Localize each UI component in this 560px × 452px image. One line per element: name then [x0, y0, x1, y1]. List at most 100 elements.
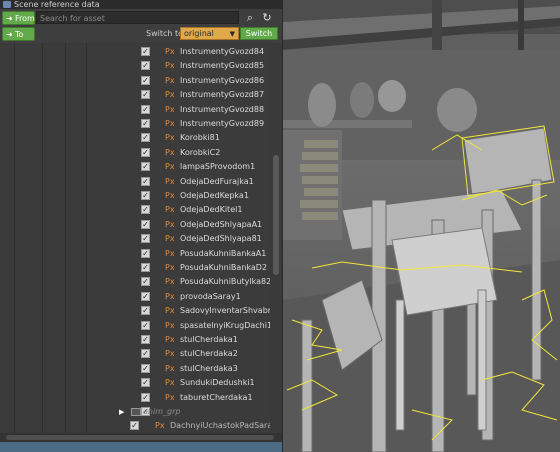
row-checkbox[interactable]: ✓ — [141, 205, 150, 215]
px-badge: Px — [165, 263, 175, 272]
asset-name: InstrumentyGvozd88 — [180, 104, 265, 114]
row-checkbox[interactable]: ✓ — [141, 162, 150, 172]
tree-horizontal-scrollbar[interactable] — [0, 433, 282, 442]
px-badge: Px — [165, 104, 175, 114]
tree-row[interactable]: ✓ Px stulCherdaka3 — [0, 362, 270, 376]
asset-name: OdejaDedKitel1 — [180, 205, 243, 215]
tree-row[interactable]: ✓ Px OdejaDedShlyapaA1 — [0, 218, 270, 232]
row-checkbox[interactable]: ✓ — [141, 47, 150, 56]
tree-row[interactable]: ✓ Px stulCherdaka2 — [0, 347, 270, 361]
row-checkbox[interactable]: ✓ — [141, 75, 150, 85]
tree-row[interactable]: ✓ Px PosudaKuhniBankaD2 — [0, 261, 270, 275]
switch-to-label: Switch to — [146, 29, 184, 38]
px-badge: Px — [165, 392, 175, 402]
tree-row[interactable]: ✓ Px OdejaDedFurajka1 — [0, 175, 270, 189]
row-checkbox[interactable]: ✓ — [141, 133, 150, 143]
px-badge: Px — [165, 133, 175, 143]
px-badge: Px — [165, 162, 175, 172]
to-row: ➜ To Switch to original ▼ Switch — [0, 26, 282, 42]
tree-row[interactable]: ✓ Px KorobkiC2 — [0, 146, 270, 160]
tree-row[interactable]: ✓ Px lampaSProvodom1 — [0, 160, 270, 174]
row-checkbox[interactable]: ✓ — [141, 291, 150, 301]
refresh-icon[interactable]: ↻ — [259, 11, 275, 25]
row-checkbox[interactable]: ✓ — [141, 61, 150, 71]
asset-name: KorobkiC2 — [180, 147, 221, 157]
asset-name: Korobki81 — [180, 133, 220, 143]
tree-row[interactable]: ✓ Px PosudaKuhniButylka82 — [0, 275, 270, 289]
asset-name: PosudaKuhniBankaD2 — [180, 263, 268, 272]
expand-arrow-icon[interactable]: ▶ — [119, 407, 129, 417]
tree-group-row[interactable]: ▶ ✓ anim_grp — [0, 405, 270, 419]
tree-row[interactable]: ✓ Px InstrumentyGvozd89 — [0, 117, 270, 131]
px-badge: Px — [165, 291, 175, 301]
status-bar — [0, 442, 282, 452]
row-checkbox[interactable]: ✓ — [141, 277, 150, 287]
asset-tree[interactable]: ✓ Px InstrumentyGvozd84 ✓ Px InstrumentyGvozd… — [0, 43, 270, 433]
row-checkbox[interactable]: ✓ — [141, 363, 150, 373]
tree-row[interactable]: ✓ Px SundukiDedushki1 — [0, 376, 270, 390]
asset-name: InstrumentyGvozd84 — [180, 47, 265, 56]
from-button[interactable]: ➜ From — [2, 11, 35, 25]
tree-row[interactable]: ✓ Px InstrumentyGvozd87 — [0, 88, 270, 102]
row-checkbox[interactable]: ✓ — [141, 119, 150, 128]
tree-row[interactable]: ✓ Px SadovyInventarShvabra1 — [0, 304, 270, 318]
asset-name: InstrumentyGvozd86 — [180, 75, 265, 85]
px-badge: Px — [165, 191, 175, 200]
search-input[interactable]: Search for asset — [36, 11, 239, 24]
px-badge: Px — [165, 219, 175, 229]
tree-row[interactable]: ✓ Px InstrumentyGvozd85 — [0, 59, 270, 73]
row-checkbox[interactable]: ✓ — [141, 392, 150, 402]
asset-name: OdejaDedKepka1 — [180, 191, 249, 200]
tree-row[interactable]: ✓ Px InstrumentyGvozd88 — [0, 103, 270, 117]
window-titlebar: Scene reference data — [0, 0, 282, 9]
tree-row[interactable]: ✓ Px InstrumentyGvozd84 — [0, 45, 270, 59]
asset-name: lampaSProvodom1 — [180, 162, 256, 172]
tree-row[interactable]: ✓ Px OdejaDedKepka1 — [0, 189, 270, 203]
asset-name: SundukiDedushki1 — [180, 378, 255, 388]
row-checkbox[interactable]: ✓ — [141, 219, 150, 229]
row-checkbox[interactable]: ✓ — [141, 104, 150, 114]
row-checkbox[interactable]: ✓ — [141, 176, 150, 186]
tree-row[interactable]: ✓ Px DachnyiUchastokPadSarayVir — [0, 419, 270, 433]
asset-name: InstrumentyGvozd89 — [180, 119, 265, 128]
row-checkbox[interactable]: ✓ — [130, 421, 139, 431]
tree-row[interactable]: ✓ Px stulCherdaka1 — [0, 333, 270, 347]
row-checkbox[interactable]: ✓ — [141, 248, 150, 258]
row-checkbox[interactable]: ✓ — [141, 335, 150, 344]
tree-row[interactable]: ✓ Px spasatelnyiKrugDachi1 — [0, 319, 270, 333]
row-checkbox[interactable]: ✓ — [141, 320, 150, 330]
px-badge: Px — [165, 320, 175, 330]
row-checkbox[interactable]: ✓ — [141, 147, 150, 157]
px-badge: Px — [165, 363, 175, 373]
row-checkbox[interactable]: ✓ — [141, 234, 150, 244]
tree-row[interactable]: ✓ Px OdejaDedKitel1 — [0, 203, 270, 217]
tree-row[interactable]: ✓ Px provodaSaray1 — [0, 290, 270, 304]
tree-vertical-scrollbar[interactable] — [270, 43, 282, 433]
row-checkbox[interactable]: ✓ — [141, 349, 150, 359]
to-button[interactable]: ➜ To — [2, 27, 35, 41]
row-checkbox[interactable]: ✓ — [141, 263, 150, 272]
search-icon[interactable]: ⌕ — [242, 11, 258, 25]
tree-row[interactable]: ✓ Px OdejaDedShlyapa81 — [0, 232, 270, 246]
switch-button[interactable]: Switch — [240, 27, 278, 40]
row-checkbox[interactable]: ✓ — [141, 90, 150, 100]
row-checkbox[interactable]: ✓ — [141, 306, 150, 316]
asset-name: provodaSaray1 — [180, 291, 241, 301]
row-checkbox[interactable]: ✓ — [141, 378, 150, 388]
scrollbar-thumb[interactable] — [6, 435, 274, 440]
asset-name: stulCherdaka2 — [180, 349, 238, 359]
px-badge: Px — [165, 61, 175, 71]
tree-row[interactable]: ✓ Px InstrumentyGvozd86 — [0, 74, 270, 88]
px-badge: Px — [155, 421, 165, 431]
asset-name: stulCherdaka1 — [180, 335, 238, 344]
asset-name: spasatelnyiKrugDachi1 — [180, 320, 270, 330]
px-badge: Px — [165, 205, 175, 215]
tree-row[interactable]: ✓ Px PosudaKuhniBankaA1 — [0, 247, 270, 261]
tree-row[interactable]: ✓ Px taburetCherdaka1 — [0, 391, 270, 405]
asset-name: DachnyiUchastokPadSarayVir — [170, 421, 270, 431]
switch-to-dropdown[interactable]: original ▼ — [180, 27, 239, 40]
scrollbar-thumb[interactable] — [273, 155, 279, 275]
3d-viewport[interactable] — [282, 0, 560, 452]
row-checkbox[interactable]: ✓ — [141, 191, 150, 200]
tree-row[interactable]: ✓ Px Korobki81 — [0, 131, 270, 145]
